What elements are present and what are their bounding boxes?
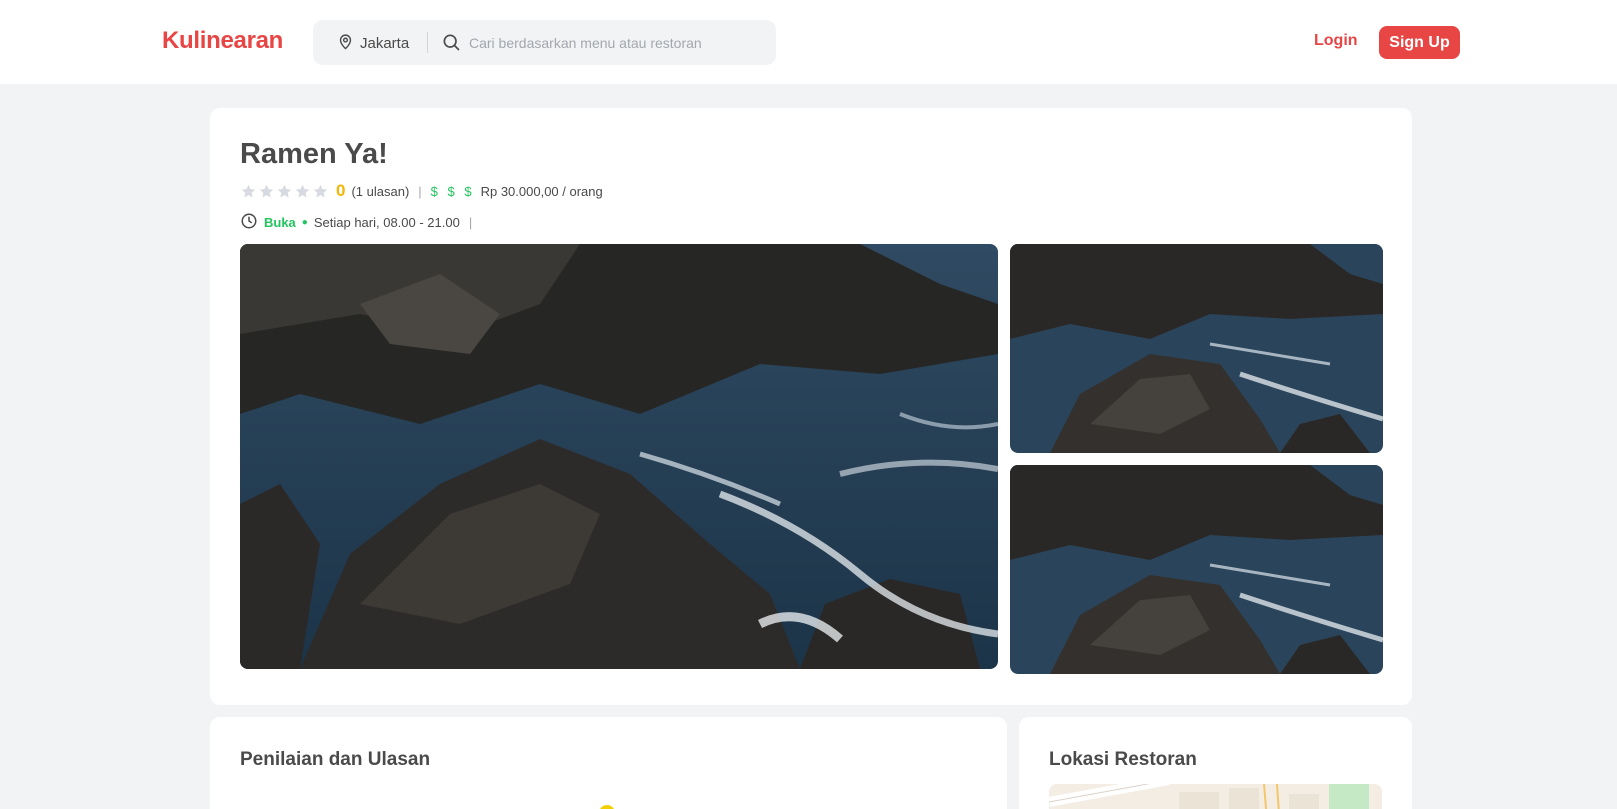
gallery-photo-2[interactable] bbox=[1010, 244, 1383, 453]
search-input[interactable] bbox=[469, 28, 759, 57]
star-icon bbox=[277, 184, 292, 198]
gallery-photo-main[interactable] bbox=[240, 244, 998, 669]
navbar: Kulinearan Jakarta Login Sign Up bbox=[0, 0, 1617, 84]
restaurant-header-card: Ramen Ya! 0 (1 ulasan) | $ $ $ Rp 30.000… bbox=[210, 108, 1412, 705]
price-per-person: Rp 30.000,00 / orang bbox=[480, 183, 603, 199]
reviews-card: Penilaian dan Ulasan bbox=[210, 717, 1007, 809]
separator: | bbox=[418, 183, 422, 199]
gallery-photo-3[interactable] bbox=[1010, 465, 1383, 674]
login-link[interactable]: Login bbox=[1314, 32, 1358, 50]
opening-hours: Setiap hari, 08.00 - 21.00 bbox=[313, 214, 460, 230]
reviews-section-title: Penilaian dan Ulasan bbox=[240, 749, 431, 770]
price-level: $ $ $ bbox=[430, 183, 475, 199]
rating-row: 0 (1 ulasan) | $ $ $ Rp 30.000,00 / oran… bbox=[240, 180, 603, 202]
signup-button[interactable]: Sign Up bbox=[1379, 26, 1460, 59]
location-section-title: Lokasi Restoran bbox=[1049, 749, 1197, 770]
search-bar: Jakarta bbox=[313, 20, 776, 65]
clock-icon bbox=[240, 212, 258, 233]
location-card: Lokasi Restoran bbox=[1019, 717, 1412, 809]
rating-indicator bbox=[599, 805, 615, 809]
location-pin-icon bbox=[337, 32, 354, 55]
star-icon bbox=[259, 184, 274, 198]
location-label: Jakarta bbox=[360, 35, 410, 52]
restaurant-name: Ramen Ya! bbox=[240, 138, 388, 170]
brand-logo[interactable]: Kulinearan bbox=[162, 27, 283, 55]
rating-stars bbox=[240, 183, 329, 200]
search-icon bbox=[441, 32, 461, 57]
search-divider bbox=[427, 32, 428, 53]
star-icon bbox=[241, 184, 256, 198]
opening-hours-row: Buka ● Setiap hari, 08.00 - 21.00 | bbox=[240, 212, 481, 232]
separator: | bbox=[468, 214, 473, 230]
status-dot: ● bbox=[301, 216, 308, 228]
open-status: Buka bbox=[264, 214, 296, 230]
restaurant-map[interactable] bbox=[1049, 784, 1382, 809]
star-icon bbox=[295, 184, 310, 198]
location-selector[interactable]: Jakarta bbox=[337, 32, 409, 55]
review-count[interactable]: (1 ulasan) bbox=[351, 184, 409, 199]
rating-value: 0 bbox=[336, 181, 346, 200]
star-icon bbox=[313, 184, 328, 198]
